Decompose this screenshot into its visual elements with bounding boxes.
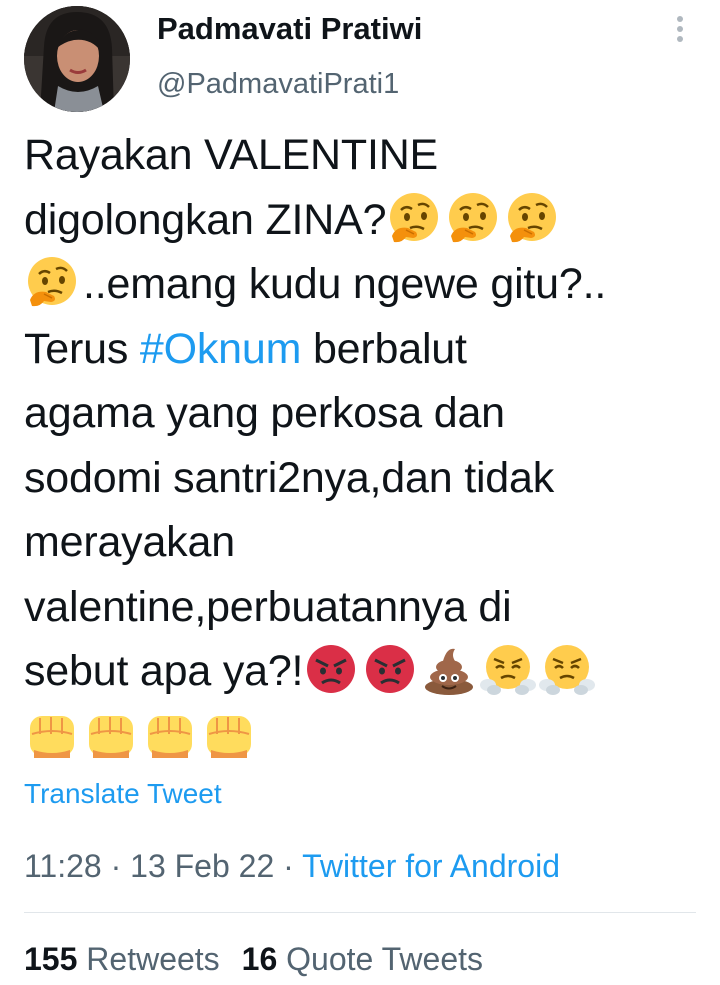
tweet-source-link[interactable]: Twitter for Android	[302, 848, 560, 884]
dot	[677, 16, 683, 22]
avatar[interactable]	[24, 6, 130, 112]
tweet-text-segment: sebut apa ya?!	[24, 647, 304, 695]
oncoming-fist-icon	[142, 706, 198, 762]
quote-tweets-stat[interactable]: 16 Quote Tweets	[242, 941, 483, 977]
tweet-text-segment: sodomi santri2nya,dan tidak	[24, 453, 555, 502]
tweet-text-line: sodomi santri2nya,dan tidak	[24, 446, 714, 511]
face-with-steam-icon	[539, 641, 596, 697]
tweet-text-line: merayakan	[24, 510, 714, 575]
tweet-text-line	[24, 704, 714, 769]
tweet-text-line: ..emang kudu ngewe gitu?..	[24, 252, 714, 317]
retweets-stat[interactable]: 155 Retweets	[24, 941, 220, 977]
divider	[24, 912, 696, 913]
tweet-text: Rayakan VALENTINE digolongkan ZINA? ..eman…	[24, 123, 714, 768]
angry-face-icon	[362, 641, 418, 697]
tweet-text-segment: berbalut	[301, 324, 467, 373]
tweet-text-segment: valentine,perbuatannya di	[24, 582, 512, 631]
tweet-text-segment: agama yang perkosa dan	[24, 389, 505, 437]
tweet-text-segment: merayakan	[24, 518, 235, 566]
display-name[interactable]: Padmavati Pratiwi	[157, 10, 422, 48]
tweet-text-segment: Rayakan VALENTINE	[24, 131, 439, 179]
more-options-icon[interactable]	[666, 16, 694, 50]
retweets-count: 155	[24, 941, 78, 977]
tweet-metadata: 11:28 · 13 Feb 22 · Twitter for Android	[24, 846, 560, 886]
tweet-text-segment: ..emang kudu ngewe gitu?..	[83, 260, 607, 308]
translate-tweet-link[interactable]: Translate Tweet	[24, 776, 222, 812]
tweet-text-line: sebut apa ya?!	[24, 639, 714, 704]
angry-face-icon	[303, 641, 359, 697]
user-handle[interactable]: @PadmavatiPrati1	[157, 66, 399, 102]
retweets-label: Retweets	[86, 941, 220, 977]
tweet-time[interactable]: 11:28	[24, 848, 102, 884]
quote-tweets-label: Quote Tweets	[286, 941, 484, 977]
tweet-text-line: valentine,perbuatannya di	[24, 575, 714, 640]
tweet-date[interactable]: 13 Feb 22	[130, 848, 274, 884]
tweet-text-line: digolongkan ZINA?	[24, 188, 714, 253]
thinking-face-icon	[504, 190, 560, 246]
thinking-face-icon	[24, 254, 80, 310]
tweet-text-line: Terus #Oknum berbalut	[24, 317, 714, 382]
pile-of-poo-icon	[421, 641, 477, 697]
hashtag-link[interactable]: #Oknum	[140, 325, 302, 373]
tweet-text-line: agama yang perkosa dan	[24, 381, 714, 446]
tweet-text-segment: Terus	[24, 324, 140, 373]
meta-separator: ·	[101, 848, 131, 884]
dot	[677, 36, 683, 42]
thinking-face-icon	[445, 190, 501, 246]
tweet-stats: 155 Retweets 16 Quote Tweets	[24, 939, 505, 979]
quote-tweets-count: 16	[241, 941, 278, 977]
tweet-text-line: Rayakan VALENTINE	[24, 123, 714, 188]
oncoming-fist-icon	[83, 706, 139, 762]
tweet-text-segment: digolongkan ZINA?	[24, 195, 387, 244]
dot	[677, 26, 683, 32]
oncoming-fist-icon	[201, 706, 257, 762]
thinking-face-icon	[386, 190, 442, 246]
meta-separator: ·	[274, 848, 303, 884]
face-with-steam-icon	[480, 641, 537, 697]
oncoming-fist-icon	[24, 706, 80, 762]
